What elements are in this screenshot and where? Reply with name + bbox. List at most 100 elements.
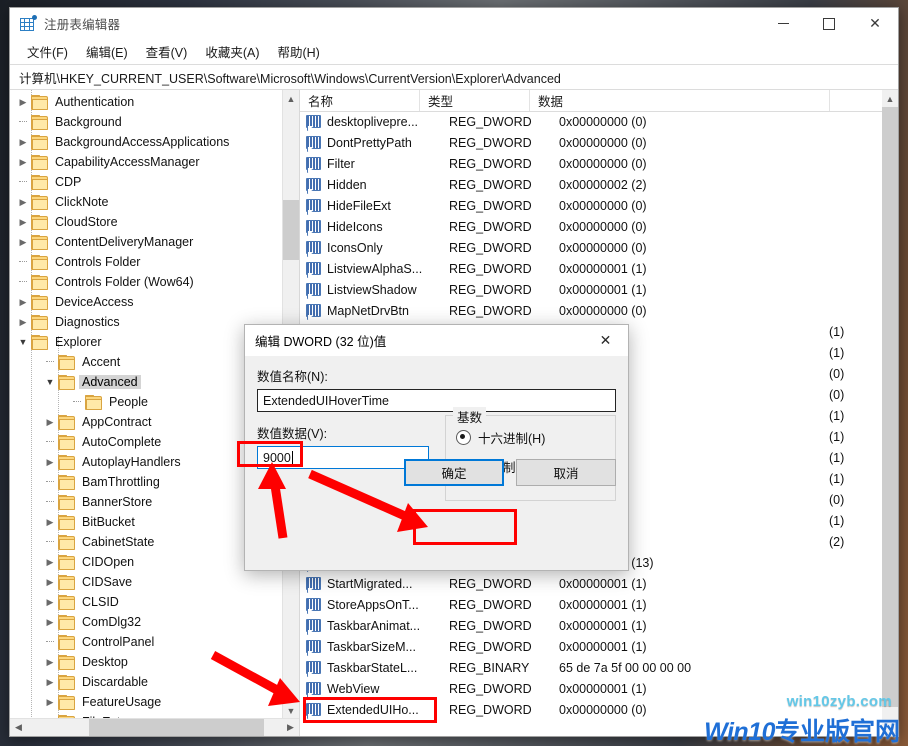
values-scroll-thumb[interactable] — [882, 107, 898, 707]
tree-node[interactable]: People — [10, 392, 283, 412]
tree-node[interactable]: Accent — [10, 352, 283, 372]
tree-node[interactable]: ▼Advanced — [10, 372, 283, 392]
table-row[interactable]: TaskbarSizeM...REG_DWORD0x00000001 (1) — [300, 636, 882, 657]
tree-node[interactable]: CabinetState — [10, 532, 283, 552]
chevron-right-icon[interactable]: ▶ — [15, 292, 31, 312]
scroll-up-icon[interactable]: ▲ — [283, 90, 299, 107]
table-row[interactable]: ExtendedUIHo...REG_DWORD0x00000000 (0) — [300, 699, 882, 720]
menu-view[interactable]: 查看(V) — [137, 39, 197, 64]
dialog-close-button[interactable]: ✕ — [583, 325, 628, 356]
column-type[interactable]: 类型 — [420, 90, 530, 111]
table-row[interactable]: StoreAppsOnT...REG_DWORD0x00000001 (1) — [300, 594, 882, 615]
registry-tree[interactable]: ▶AuthenticationBackground▶BackgroundAcce… — [10, 90, 283, 719]
cancel-button[interactable]: 取消 — [516, 459, 616, 486]
tree-node[interactable]: ▶ClickNote — [10, 192, 283, 212]
tree-node[interactable]: Controls Folder (Wow64) — [10, 272, 283, 292]
chevron-right-icon[interactable]: ▶ — [42, 612, 58, 632]
maximize-button[interactable] — [806, 8, 852, 39]
chevron-right-icon[interactable]: ▶ — [15, 192, 31, 212]
tree-node[interactable]: ▼Explorer — [10, 332, 283, 352]
table-row[interactable]: ListviewAlphaS...REG_DWORD0x00000001 (1) — [300, 258, 882, 279]
chevron-down-icon[interactable]: ▼ — [42, 372, 58, 392]
tree-node[interactable]: Background — [10, 112, 283, 132]
tree-node[interactable]: ControlPanel — [10, 632, 283, 652]
table-row[interactable]: HideIconsREG_DWORD0x00000000 (0) — [300, 216, 882, 237]
tree-node[interactable]: ▶CIDSave — [10, 572, 283, 592]
tree-node[interactable]: BannerStore — [10, 492, 283, 512]
chevron-right-icon[interactable]: ▶ — [15, 132, 31, 152]
menu-file[interactable]: 文件(F) — [18, 39, 77, 64]
table-row[interactable]: FilterREG_DWORD0x00000000 (0) — [300, 153, 882, 174]
tree-node[interactable]: ▶CLSID — [10, 592, 283, 612]
chevron-down-icon[interactable]: ▼ — [15, 332, 31, 352]
chevron-right-icon[interactable]: ▶ — [15, 312, 31, 332]
tree-node[interactable]: ▶Authentication — [10, 92, 283, 112]
tree-node-connector-icon — [42, 532, 58, 552]
menu-help[interactable]: 帮助(H) — [268, 39, 328, 64]
dialog-titlebar[interactable]: 编辑 DWORD (32 位)值 ✕ — [245, 325, 628, 356]
table-row[interactable]: MapNetDrvBtnREG_DWORD0x00000000 (0) — [300, 300, 882, 321]
chevron-right-icon[interactable]: ▶ — [42, 452, 58, 472]
column-data[interactable]: 数据 — [530, 90, 830, 111]
tree-horizontal-scrollbar[interactable]: ◀ ▶ — [10, 718, 299, 736]
tree-node[interactable]: ▶Diagnostics — [10, 312, 283, 332]
table-row[interactable]: HiddenREG_DWORD0x00000002 (2) — [300, 174, 882, 195]
chevron-right-icon[interactable]: ▶ — [42, 692, 58, 712]
menu-favorites[interactable]: 收藏夹(A) — [196, 39, 268, 64]
menu-edit[interactable]: 编辑(E) — [77, 39, 137, 64]
chevron-right-icon[interactable]: ▶ — [15, 92, 31, 112]
table-row[interactable]: StartMigrated...REG_DWORD0x00000001 (1) — [300, 573, 882, 594]
chevron-right-icon[interactable]: ▶ — [42, 512, 58, 532]
tree-node[interactable]: ▶BackgroundAccessApplications — [10, 132, 283, 152]
table-row[interactable]: IconsOnlyREG_DWORD0x00000000 (0) — [300, 237, 882, 258]
tree-node[interactable]: ▶CloudStore — [10, 212, 283, 232]
registry-value-icon — [306, 220, 321, 233]
values-scroll-up-icon[interactable]: ▲ — [882, 90, 898, 107]
tree-node[interactable]: ▶Discardable — [10, 672, 283, 692]
tree-node[interactable]: ▶CIDOpen — [10, 552, 283, 572]
value-name-input[interactable]: ExtendedUIHoverTime — [257, 389, 616, 412]
table-row[interactable]: HideFileExtREG_DWORD0x00000000 (0) — [300, 195, 882, 216]
tree-scroll-thumb[interactable] — [283, 200, 299, 260]
chevron-right-icon[interactable]: ▶ — [15, 152, 31, 172]
chevron-right-icon[interactable]: ▶ — [42, 572, 58, 592]
chevron-right-icon[interactable]: ▶ — [42, 672, 58, 692]
tree-node[interactable]: ▶AppContract — [10, 412, 283, 432]
chevron-right-icon[interactable]: ▶ — [42, 592, 58, 612]
chevron-right-icon[interactable]: ▶ — [42, 552, 58, 572]
values-vertical-scrollbar[interactable]: ▲ — [882, 90, 898, 736]
table-row[interactable]: TaskbarAnimat...REG_DWORD0x00000001 (1) — [300, 615, 882, 636]
table-row[interactable]: TaskbarStateL...REG_BINARY65 de 7a 5f 00… — [300, 657, 882, 678]
chevron-right-icon[interactable]: ▶ — [15, 212, 31, 232]
window-titlebar[interactable]: 注册表编辑器 ✕ — [10, 8, 898, 39]
tree-node[interactable]: CDP — [10, 172, 283, 192]
tree-node[interactable]: ▶CapabilityAccessManager — [10, 152, 283, 172]
tree-node[interactable]: ▶ContentDeliveryManager — [10, 232, 283, 252]
tree-node[interactable]: ▶BitBucket — [10, 512, 283, 532]
table-row[interactable]: WebViewREG_DWORD0x00000001 (1) — [300, 678, 882, 699]
address-bar[interactable]: 计算机\HKEY_CURRENT_USER\Software\Microsoft… — [10, 64, 898, 90]
scroll-down-icon[interactable]: ▼ — [283, 702, 299, 719]
tree-node[interactable]: ▶FeatureUsage — [10, 692, 283, 712]
tree-node[interactable]: BamThrottling — [10, 472, 283, 492]
tree-node[interactable]: ▶ComDlg32 — [10, 612, 283, 632]
scroll-left-icon[interactable]: ◀ — [10, 719, 27, 736]
minimize-button[interactable] — [760, 8, 806, 39]
table-row[interactable]: desktoplivepre...REG_DWORD0x00000000 (0) — [300, 111, 882, 132]
tree-hscroll-thumb[interactable] — [89, 719, 264, 736]
scroll-right-icon[interactable]: ▶ — [282, 719, 299, 736]
tree-node[interactable]: Controls Folder — [10, 252, 283, 272]
ok-button[interactable]: 确定 — [404, 459, 504, 486]
tree-node[interactable]: AutoComplete — [10, 432, 283, 452]
column-name[interactable]: 名称 — [300, 90, 420, 111]
chevron-right-icon[interactable]: ▶ — [42, 412, 58, 432]
table-row[interactable]: ListviewShadowREG_DWORD0x00000001 (1) — [300, 279, 882, 300]
chevron-right-icon[interactable]: ▶ — [42, 652, 58, 672]
table-row[interactable]: DontPrettyPathREG_DWORD0x00000000 (0) — [300, 132, 882, 153]
tree-node[interactable]: ▶AutoplayHandlers — [10, 452, 283, 472]
tree-node[interactable]: ▶Desktop — [10, 652, 283, 672]
close-button[interactable]: ✕ — [852, 8, 898, 39]
radio-hexadecimal[interactable]: 十六进制(H) — [456, 428, 605, 447]
tree-node[interactable]: ▶DeviceAccess — [10, 292, 283, 312]
chevron-right-icon[interactable]: ▶ — [15, 232, 31, 252]
